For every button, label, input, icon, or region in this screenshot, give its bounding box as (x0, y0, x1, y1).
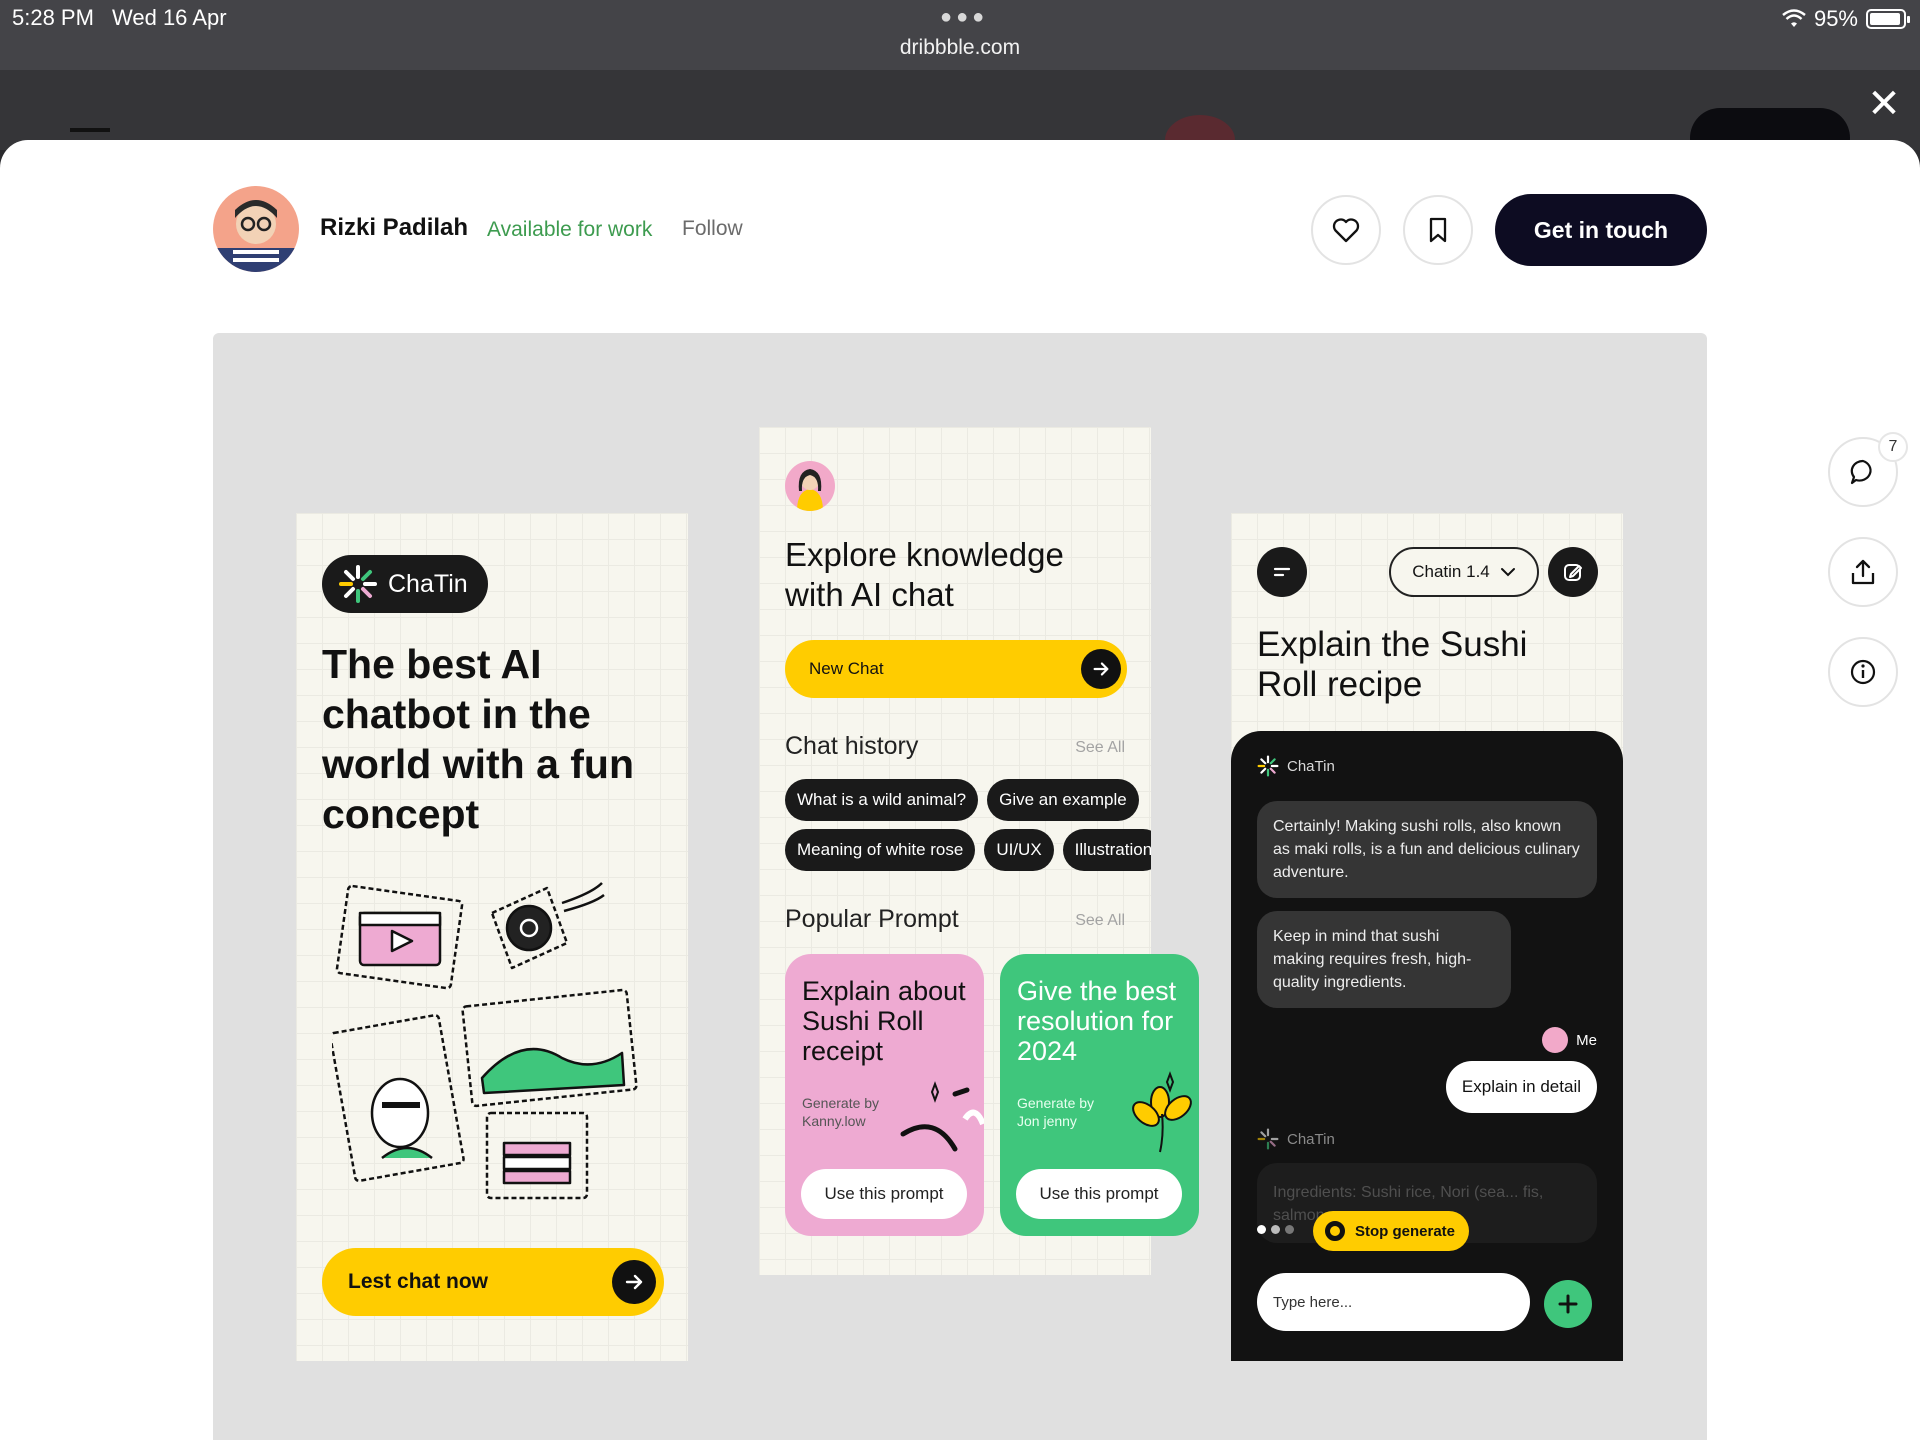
prompt-card[interactable]: Give the best resolution for 2024 Genera… (1000, 954, 1199, 1236)
prompt-card-title: Explain about Sushi Roll receipt (802, 976, 966, 1066)
status-time: 5:28 PM (12, 5, 94, 30)
arrow-right-icon (1081, 649, 1121, 689)
like-button[interactable] (1311, 195, 1381, 265)
status-date: Wed 16 Apr (112, 5, 227, 30)
popular-prompt-title: Popular Prompt (785, 905, 959, 933)
user-avatar (1542, 1027, 1569, 1053)
squiggle-decoration (900, 1081, 984, 1152)
use-prompt-button[interactable]: Use this prompt (801, 1169, 967, 1219)
new-chat-label: New Chat (809, 659, 884, 678)
model-name: Chatin 1.4 (1412, 562, 1490, 581)
brand-name: ChaTin (388, 569, 468, 598)
bookmark-icon (1429, 217, 1447, 243)
onboarding-screen: ChaTin The best AI chatbot in the world … (296, 513, 688, 1361)
user-label: Me (1542, 1027, 1597, 1053)
stop-icon (1325, 1221, 1345, 1241)
bot-name: ChaTin (1287, 757, 1335, 775)
home-title: Explore knowledge with AI chat (785, 536, 1064, 613)
plus-icon (1558, 1294, 1578, 1314)
user-avatar[interactable] (785, 461, 835, 511)
wifi-icon (1782, 9, 1806, 27)
model-select[interactable]: Chatin 1.4 (1389, 547, 1539, 597)
battery-icon (1866, 9, 1910, 29)
bot-message: Keep in mind that sushi making requires … (1257, 911, 1511, 1008)
history-chips-row-2: Meaning of white rose UI/UX Illustration (785, 829, 1151, 871)
history-chips-row-1: What is a wild animal? Give an example (785, 779, 1151, 821)
prompt-card-title: Give the best resolution for 2024 (1017, 976, 1177, 1066)
comment-count-badge: 7 (1878, 432, 1908, 462)
flower-decoration (1132, 1071, 1192, 1153)
author-name[interactable]: Rizki Padilah (320, 214, 468, 242)
status-right: 95% (1782, 6, 1910, 32)
arrow-right-icon (612, 1260, 656, 1304)
stop-generate-label: Stop generate (1355, 1222, 1456, 1240)
prompt-card-author: Generate by Kanny.low (802, 1095, 880, 1129)
onboarding-headline: The best AI chatbot in the world with a … (322, 641, 635, 837)
save-button[interactable] (1403, 195, 1473, 265)
close-icon[interactable]: ✕ (1866, 84, 1902, 124)
prompt-card[interactable]: Explain about Sushi Roll receipt Generat… (785, 954, 984, 1236)
background-menu-icon (70, 128, 110, 132)
new-chat-button[interactable]: New Chat (785, 640, 1127, 698)
info-icon (1850, 659, 1876, 685)
url-label[interactable]: dribbble.com (0, 36, 1920, 60)
history-chip[interactable]: UI/UX (984, 829, 1054, 871)
history-chip[interactable]: Give an example (987, 779, 1139, 821)
home-screen: Explore knowledge with AI chat New Chat … (759, 427, 1199, 1275)
get-in-touch-button[interactable]: Get in touch (1495, 194, 1707, 266)
message-input[interactable] (1257, 1273, 1530, 1331)
history-chip[interactable]: What is a wild animal? (785, 779, 979, 821)
more-dots-icon[interactable]: ●●● (940, 6, 988, 29)
chat-history-title: Chat history (785, 732, 919, 760)
start-chat-button[interactable]: Lest chat now (322, 1248, 664, 1316)
background-page (0, 70, 1920, 150)
follow-button[interactable]: Follow (682, 217, 743, 241)
conversation-area: ChaTin Certainly! Making sushi rolls, al… (1231, 731, 1623, 1361)
details-button[interactable] (1828, 637, 1898, 707)
bot-label: ChaTin (1257, 1128, 1335, 1150)
popular-see-all[interactable]: See All (1075, 912, 1125, 930)
comment-icon (1850, 459, 1872, 485)
share-button[interactable] (1828, 537, 1898, 607)
menu-button[interactable] (1257, 547, 1307, 597)
sparkle-logo-icon (339, 565, 377, 603)
chevron-down-icon (1500, 568, 1515, 577)
edit-icon (1564, 564, 1582, 581)
chat-title: Explain the Sushi Roll recipe (1257, 625, 1528, 704)
start-chat-label: Lest chat now (348, 1270, 489, 1293)
availability-label[interactable]: Available for work (487, 218, 652, 242)
share-icon (1851, 559, 1875, 585)
battery-percent: 95% (1813, 6, 1858, 31)
stop-generate-button[interactable]: Stop generate (1313, 1211, 1470, 1251)
sparkle-logo-icon (1257, 755, 1279, 777)
chat-screen: Chatin 1.4 Explain the Sushi Roll recipe… (1231, 513, 1623, 1361)
send-plus-button[interactable] (1544, 1280, 1592, 1328)
author-avatar[interactable] (213, 186, 299, 272)
history-chip[interactable]: Meaning of white rose (785, 829, 976, 871)
history-chip[interactable]: Illustration (1062, 829, 1151, 871)
sparkle-logo-icon (1257, 1128, 1279, 1150)
stamp-illustration (332, 882, 638, 1200)
bot-name: ChaTin (1287, 1130, 1335, 1148)
new-chat-edit-button[interactable] (1548, 547, 1598, 597)
user-message: Explain in detail (1445, 1061, 1597, 1113)
status-bar: 5:28 PM Wed 16 Apr ●●● dribbble.com 95% (0, 0, 1920, 70)
prompt-card-author: Generate by Jon jenny (1017, 1095, 1095, 1129)
bot-message: Certainly! Making sushi rolls, also know… (1257, 801, 1597, 898)
brand-pill: ChaTin (322, 555, 488, 613)
use-prompt-button[interactable]: Use this prompt (1016, 1169, 1182, 1219)
typing-indicator (1257, 1225, 1294, 1234)
bot-label: ChaTin (1257, 755, 1335, 777)
chat-history-see-all[interactable]: See All (1075, 739, 1125, 757)
user-name: Me (1576, 1031, 1597, 1049)
menu-icon (1273, 567, 1291, 577)
heart-icon (1332, 218, 1360, 243)
